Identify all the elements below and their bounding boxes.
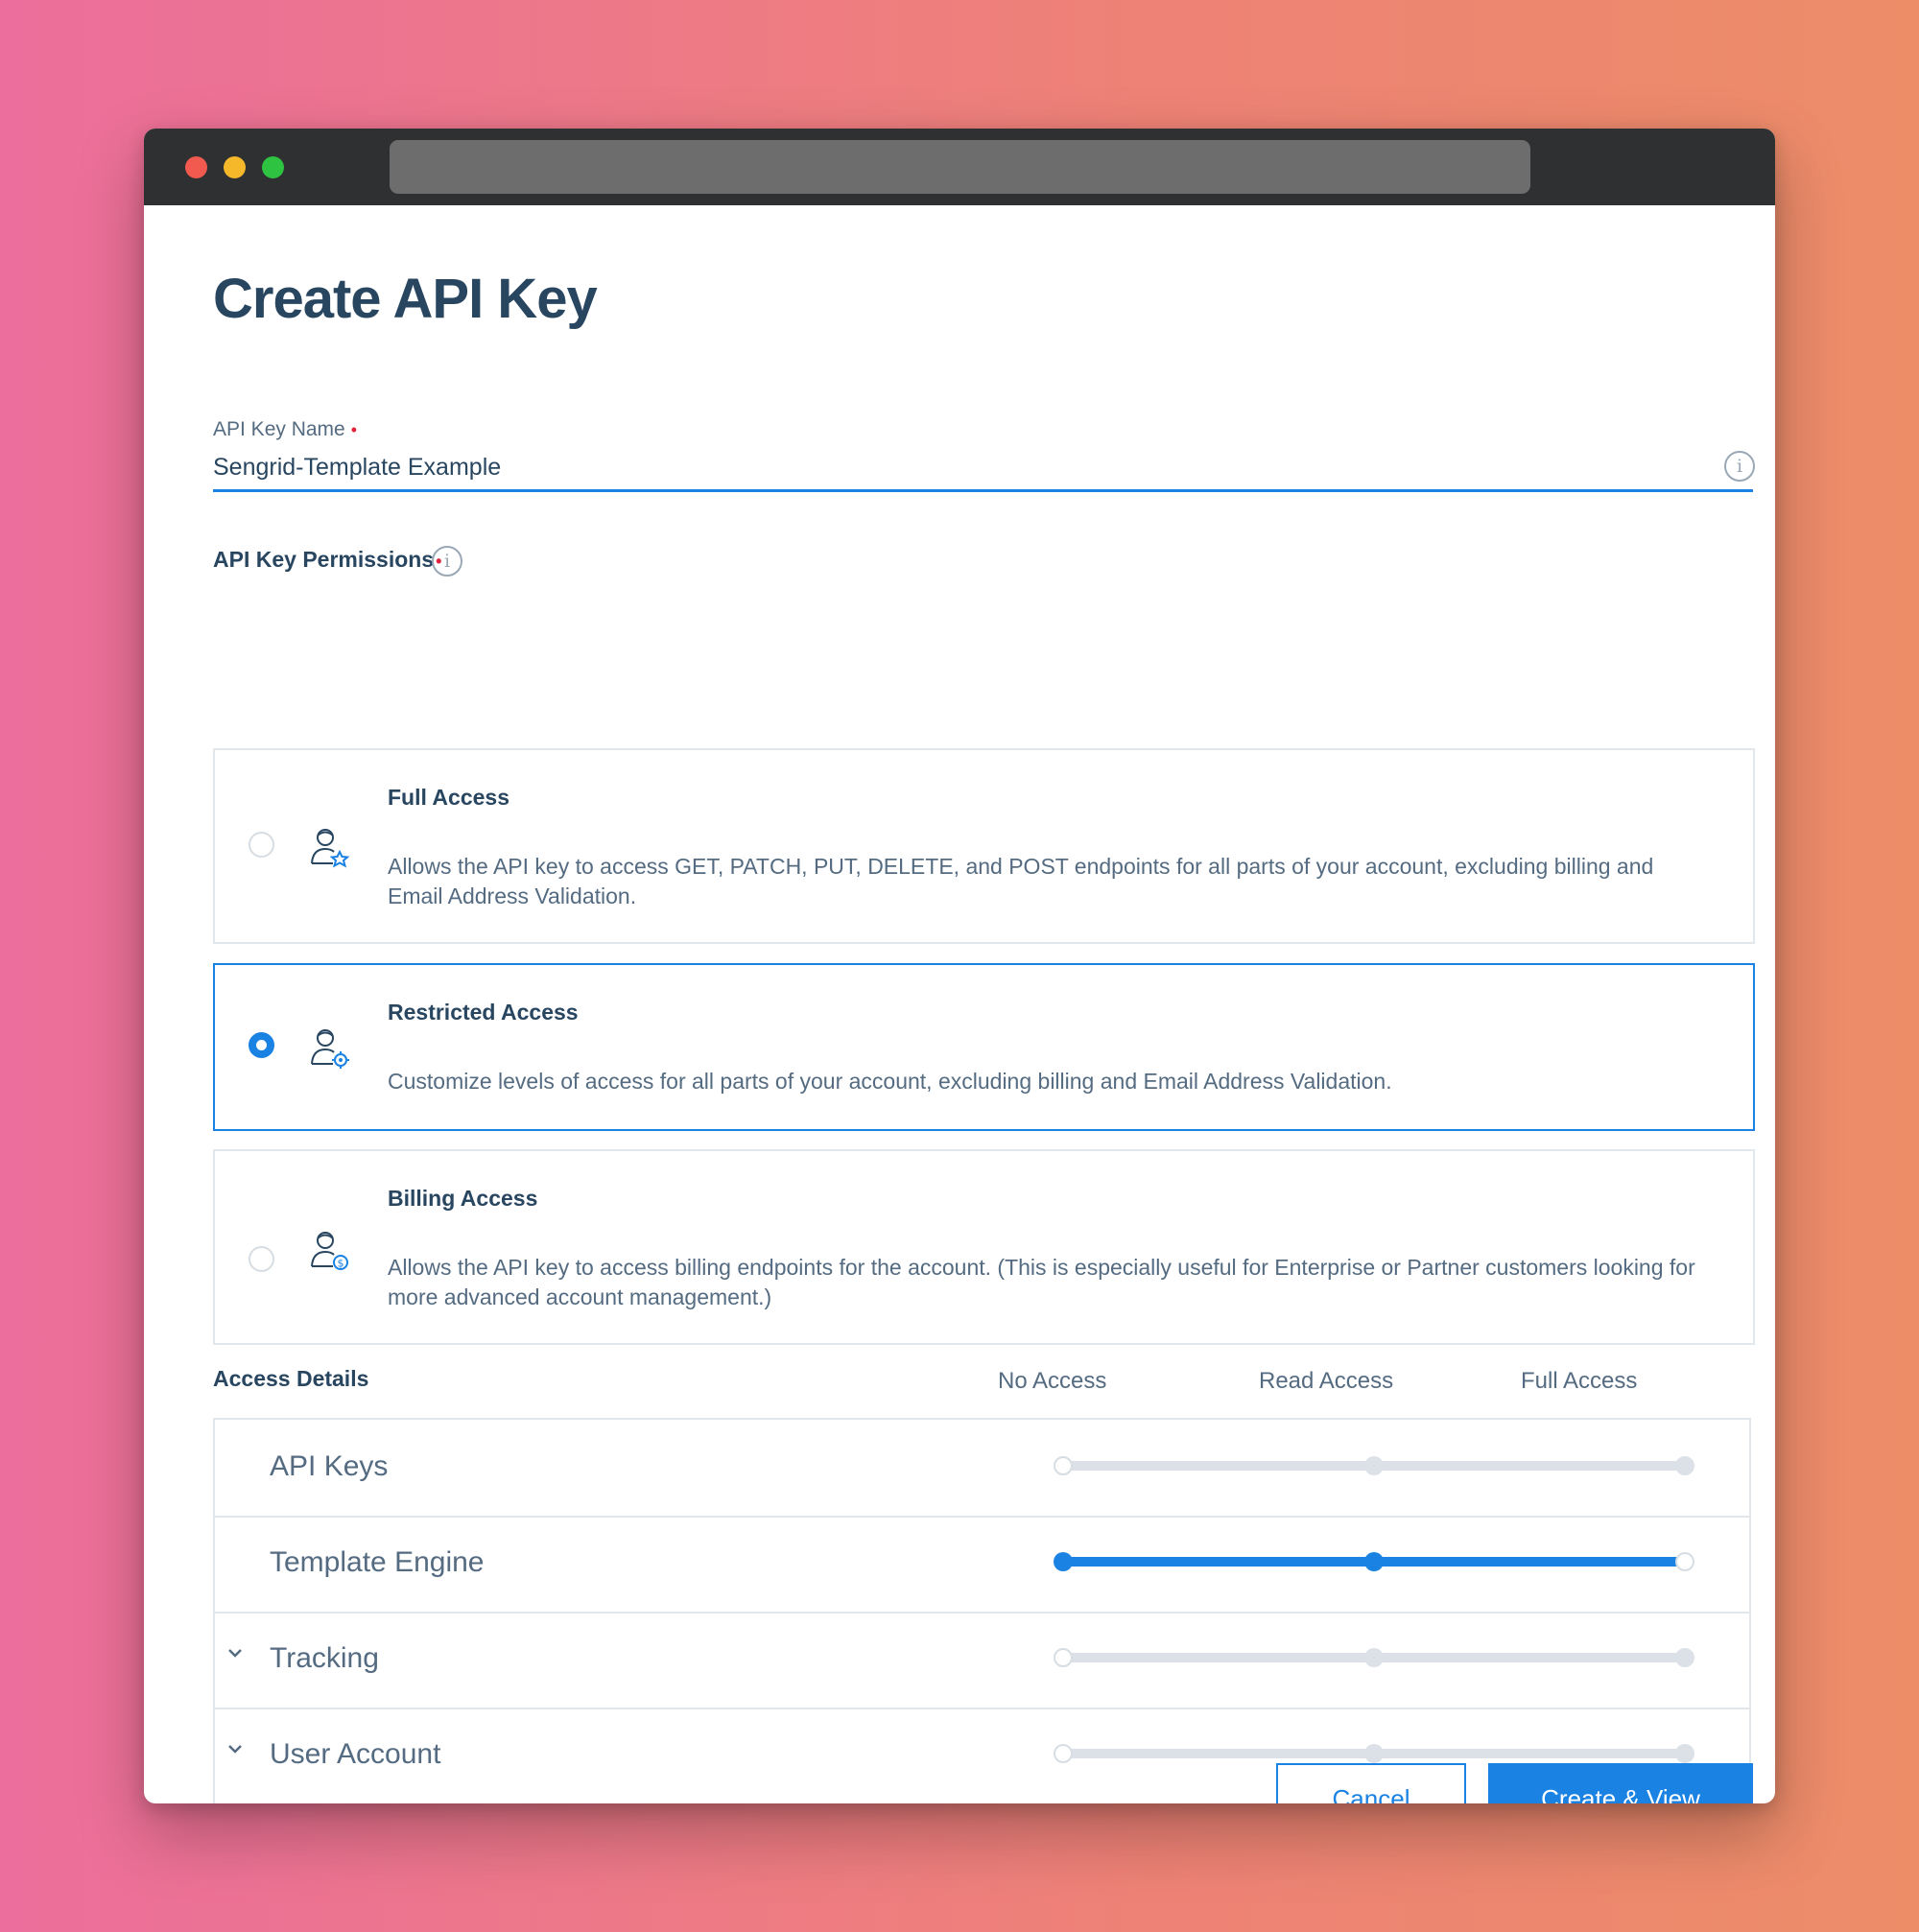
cancel-button[interactable]: Cancel <box>1276 1763 1466 1803</box>
access-row-label: Template Engine <box>270 1546 485 1578</box>
access-row-template-engine: Template Engine <box>215 1516 1749 1614</box>
access-details-table: API Keys Template Engine Tracking User A… <box>213 1418 1751 1803</box>
access-details-title: Access Details <box>213 1366 369 1391</box>
chevron-down-icon[interactable] <box>221 1638 249 1667</box>
column-header-no-access: No Access <box>998 1368 1107 1394</box>
api-key-name-input[interactable] <box>213 445 1753 492</box>
option-title: Restricted Access <box>388 1000 579 1025</box>
user-star-icon <box>311 829 350 868</box>
slider-stop-no-access[interactable] <box>1054 1648 1073 1667</box>
access-slider-track[interactable] <box>1374 1653 1688 1662</box>
slider-stop-full-access[interactable] <box>1675 1648 1694 1667</box>
chevron-down-icon[interactable] <box>221 1734 249 1763</box>
permission-option-restricted-access[interactable]: Restricted Access Customize levels of ac… <box>213 963 1755 1131</box>
billing-access-radio[interactable] <box>249 1246 274 1272</box>
permission-option-billing-access[interactable]: $ Billing Access Allows the API key to a… <box>213 1149 1755 1345</box>
access-slider-track[interactable] <box>1063 1653 1377 1662</box>
maximize-window-button[interactable] <box>262 156 284 178</box>
slider-stop-no-access[interactable] <box>1054 1744 1073 1763</box>
full-access-radio[interactable] <box>249 832 274 858</box>
slider-stop-no-access[interactable] <box>1054 1552 1073 1571</box>
browser-window: Create API Key API Key Name • i API Key P… <box>144 129 1775 1803</box>
user-gear-icon <box>311 1029 349 1069</box>
required-marker: • <box>350 420 358 439</box>
slider-stop-read-access[interactable] <box>1364 1648 1384 1667</box>
api-key-name-label: API Key Name • <box>213 418 357 441</box>
window-titlebar <box>144 129 1775 205</box>
create-and-view-button[interactable]: Create & View <box>1488 1763 1753 1803</box>
access-row-label: User Account <box>270 1738 441 1770</box>
slider-stop-read-access[interactable] <box>1364 1456 1384 1475</box>
access-slider-track[interactable] <box>1063 1461 1377 1471</box>
access-slider-track[interactable] <box>1063 1749 1377 1758</box>
page-title: Create API Key <box>213 268 598 330</box>
slider-stop-full-access[interactable] <box>1675 1456 1694 1475</box>
restricted-access-radio[interactable] <box>249 1032 274 1058</box>
option-description: Allows the API key to access GET, PATCH,… <box>388 854 1654 908</box>
slider-stop-read-access[interactable] <box>1364 1744 1384 1763</box>
access-slider-track-filled[interactable] <box>1063 1557 1377 1567</box>
user-dollar-icon: $ <box>311 1232 348 1270</box>
info-icon[interactable]: i <box>432 546 462 577</box>
column-header-read-access: Read Access <box>1259 1368 1394 1394</box>
slider-stop-full-access[interactable] <box>1675 1744 1694 1763</box>
permission-option-full-access[interactable]: Full Access Allows the API key to access… <box>213 748 1755 944</box>
access-row-label: API Keys <box>270 1450 389 1482</box>
option-description: Customize levels of access for all parts… <box>388 1069 1392 1094</box>
access-slider-track-filled[interactable] <box>1374 1557 1688 1567</box>
slider-stop-full-access[interactable] <box>1675 1552 1694 1571</box>
access-row-tracking: Tracking <box>215 1612 1749 1709</box>
access-slider-track[interactable] <box>1374 1461 1688 1471</box>
option-description: Allows the API key to access billing end… <box>388 1255 1695 1309</box>
column-header-full-access: Full Access <box>1521 1368 1638 1394</box>
minimize-window-button[interactable] <box>224 156 246 178</box>
api-key-permissions-label: API Key Permissions • <box>213 547 441 573</box>
access-row-label: Tracking <box>270 1642 379 1674</box>
address-bar[interactable] <box>390 140 1530 194</box>
access-row-api-keys: API Keys <box>215 1420 1749 1518</box>
access-slider-track[interactable] <box>1374 1749 1688 1758</box>
close-window-button[interactable] <box>185 156 207 178</box>
info-icon[interactable]: i <box>1724 451 1755 482</box>
slider-stop-no-access[interactable] <box>1054 1456 1073 1475</box>
api-key-name-label-text: API Key Name <box>213 418 345 440</box>
option-title: Billing Access <box>388 1186 538 1211</box>
create-api-key-form: Create API Key API Key Name • i API Key P… <box>144 205 1775 1803</box>
svg-text:$: $ <box>338 1258 344 1270</box>
option-title: Full Access <box>388 785 509 810</box>
slider-stop-read-access[interactable] <box>1364 1552 1384 1571</box>
api-key-permissions-label-text: API Key Permissions <box>213 547 435 572</box>
